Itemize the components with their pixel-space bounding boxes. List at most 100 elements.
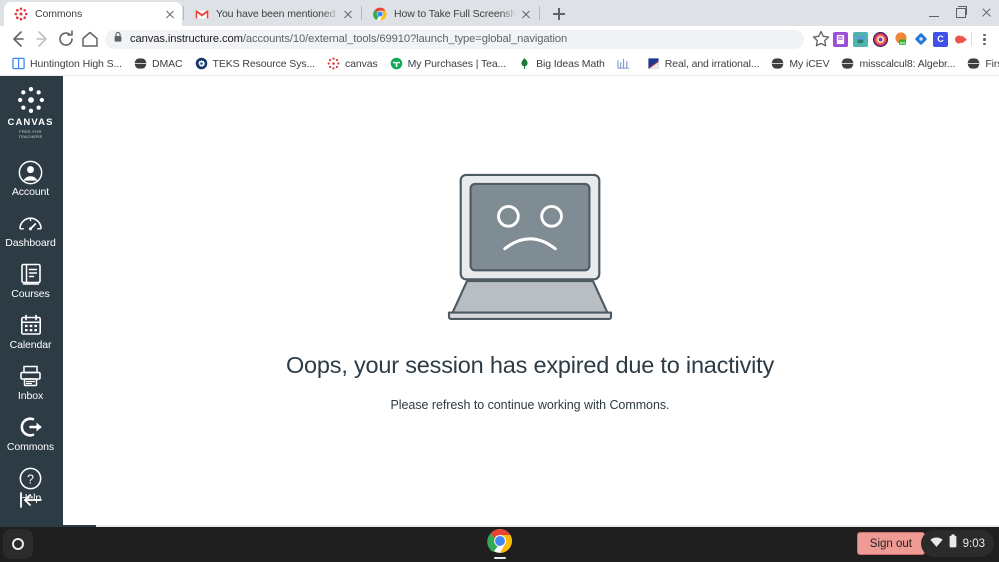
- chrome-active-indicator: [494, 557, 506, 559]
- dashboard-gauge-icon: [0, 211, 61, 235]
- bookmark-dmac[interactable]: DMAC: [128, 54, 189, 74]
- bookmark-label: My Purchases | Tea...: [407, 57, 507, 70]
- sidebar-item-label: Dashboard: [5, 237, 56, 249]
- user-avatar-icon: [0, 160, 61, 184]
- launcher-ring: [12, 538, 24, 550]
- browser-window: Commons You have been mentioned by Ste: [0, 0, 999, 525]
- bookmark-real-and-irrational[interactable]: Real, and irrational...: [641, 54, 766, 74]
- canvas-logo-title: CANVAS: [7, 117, 54, 128]
- leaf-icon: [518, 57, 531, 70]
- sidebar-collapse-button[interactable]: [0, 490, 61, 515]
- tab-strip: Commons You have been mentioned by Ste: [0, 0, 999, 26]
- page-viewport: CANVAS FREE FOR TEACHERS Account Dashboa…: [0, 76, 999, 525]
- system-status-tray[interactable]: 9:03: [920, 530, 994, 557]
- browser-tab-screenshots[interactable]: How to Take Full Screenshots - G: [363, 2, 538, 26]
- sidebar-item-inbox[interactable]: Inbox: [0, 357, 61, 408]
- sidebar-item-courses[interactable]: Courses: [0, 255, 61, 306]
- maximize-button[interactable]: [947, 0, 973, 26]
- bookmark-label: First Day / Mrs. C b...: [985, 57, 999, 70]
- globe-icon: [965, 57, 983, 70]
- lock-icon: [113, 30, 123, 48]
- tab-title: How to Take Full Screenshots - G: [394, 8, 518, 20]
- bookmark-star-icon[interactable]: [809, 27, 833, 51]
- close-icon[interactable]: [518, 6, 534, 22]
- globe-icon: [131, 57, 150, 70]
- tab-title: You have been mentioned by Ste: [216, 8, 340, 20]
- url-domain: canvas.instructure.com: [130, 33, 243, 45]
- sign-out-button[interactable]: Sign out: [856, 532, 925, 555]
- launcher-circle-icon[interactable]: [3, 529, 33, 559]
- graph-icon: [617, 57, 630, 70]
- teacherspayteachers-icon: [390, 57, 403, 70]
- bookmark-label: My iCEV: [789, 57, 830, 70]
- sidebar-item-label: Calendar: [9, 339, 52, 351]
- extension-instagram-icon[interactable]: [873, 31, 888, 47]
- extension-screencast-icon[interactable]: [853, 31, 868, 47]
- bookmark-label: Huntington High S...: [30, 57, 122, 70]
- extension-c-badge-icon[interactable]: C: [933, 31, 948, 47]
- extension-red-play-icon[interactable]: [953, 32, 968, 47]
- svg-text:?: ?: [27, 472, 34, 486]
- url-path: /accounts/10/external_tools/69910?launch…: [242, 33, 568, 45]
- bookmark-label: canvas: [344, 57, 378, 70]
- bookmark-label: TEKS Resource Sys...: [212, 57, 316, 70]
- collapse-left-arrow-icon: [18, 492, 44, 514]
- bookmark-first-day-mrs-c[interactable]: First Day / Mrs. C b...: [961, 54, 999, 74]
- canvas-global-navigation: CANVAS FREE FOR TEACHERS Account Dashboa…: [0, 76, 61, 525]
- bookmark-huntington-high[interactable]: Huntington High S...: [6, 54, 128, 74]
- reload-icon[interactable]: [54, 27, 78, 51]
- bookmark-canvas[interactable]: canvas: [321, 54, 384, 74]
- close-icon[interactable]: [162, 6, 178, 22]
- tab-divider: [183, 6, 184, 20]
- globe-icon: [839, 57, 857, 70]
- bookmark-teks-resource[interactable]: TEKS Resource Sys...: [189, 54, 321, 74]
- flag-icon: [647, 57, 660, 70]
- sidebar-item-account[interactable]: Account: [0, 153, 61, 204]
- canvas-logo[interactable]: CANVAS FREE FOR TEACHERS: [8, 86, 54, 139]
- close-icon[interactable]: [340, 6, 356, 22]
- bookmark-big-ideas-math[interactable]: Big Ideas Math: [512, 54, 611, 74]
- minimize-button[interactable]: [921, 0, 947, 26]
- extension-orange-icon[interactable]: on: [893, 32, 908, 47]
- main-content: Oops, your session has expired due to in…: [61, 76, 999, 525]
- extension-blue-diamond-icon[interactable]: [913, 32, 928, 47]
- inbox-tray-icon: [0, 364, 61, 388]
- bookmark-label: DMAC: [151, 57, 183, 70]
- wifi-icon: [929, 535, 943, 553]
- bookmark-label: Big Ideas Math: [536, 57, 605, 70]
- forward-arrow-icon[interactable]: [30, 27, 54, 51]
- tab-divider: [539, 6, 540, 20]
- bookmark-misscalcul8[interactable]: misscalcul8: Algebr...: [835, 54, 961, 74]
- sidebar-item-dashboard[interactable]: Dashboard: [0, 204, 61, 255]
- sidebar-item-label: Courses: [11, 288, 50, 300]
- active-window-indicator: [0, 525, 96, 527]
- session-expired-panel: Oops, your session has expired due to in…: [61, 172, 999, 412]
- extension-purple-icon[interactable]: [833, 31, 848, 47]
- bookmark-my-purchases[interactable]: My Purchases | Tea...: [384, 54, 512, 74]
- back-arrow-icon[interactable]: [6, 27, 30, 51]
- address-bar[interactable]: canvas.instructure.com/accounts/10/exter…: [105, 29, 804, 49]
- book-icon: [0, 262, 61, 286]
- sidebar-item-commons[interactable]: Commons: [0, 408, 61, 459]
- home-icon[interactable]: [78, 27, 102, 51]
- gmail-icon: [195, 7, 209, 21]
- window-controls: [921, 0, 999, 26]
- svg-text:on: on: [900, 40, 905, 45]
- close-window-button[interactable]: [973, 0, 999, 26]
- chrome-icon[interactable]: [487, 528, 513, 554]
- chromeos-shelf: Sign out 9:03: [0, 525, 999, 562]
- kebab-menu-icon[interactable]: [975, 30, 993, 48]
- bookmark-my-icev[interactable]: My iCEV: [765, 54, 835, 74]
- bookmark-graph[interactable]: [611, 54, 641, 74]
- new-tab-button[interactable]: [546, 2, 572, 26]
- shelf-top-border: [0, 525, 999, 527]
- browser-tab-gmail[interactable]: You have been mentioned by Ste: [185, 2, 360, 26]
- address-bar-text: canvas.instructure.com/accounts/10/exter…: [130, 33, 567, 45]
- browser-toolbar: canvas.instructure.com/accounts/10/exter…: [0, 26, 999, 52]
- browser-tab-commons[interactable]: Commons: [4, 2, 182, 26]
- question-circle-icon: ?: [0, 466, 61, 490]
- sidebar-item-calendar[interactable]: Calendar: [0, 306, 61, 357]
- tab-title: Commons: [35, 8, 83, 20]
- sidebar-item-label: Commons: [6, 441, 55, 453]
- window-icon: [12, 57, 25, 70]
